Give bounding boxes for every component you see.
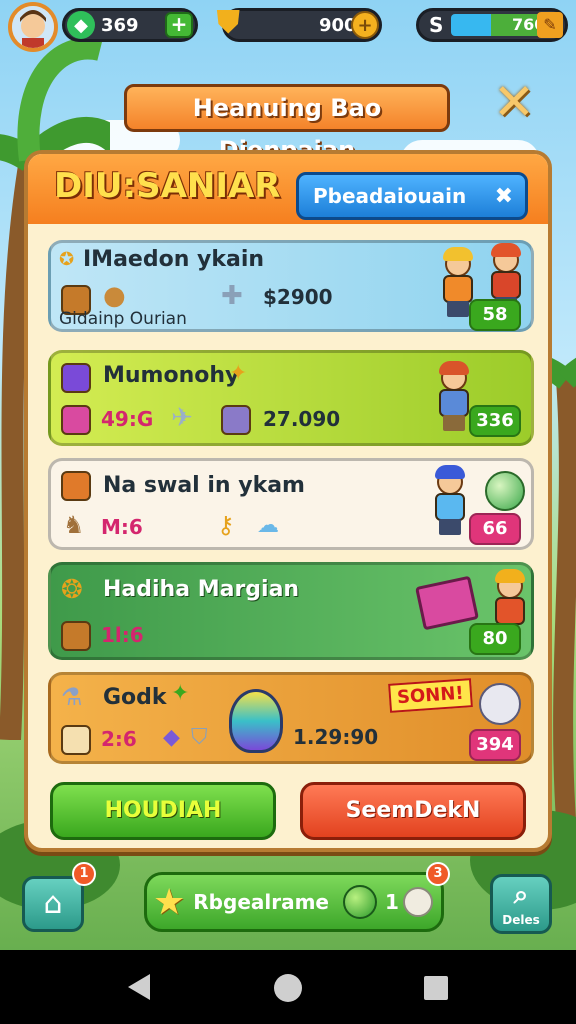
scroll-icon <box>61 725 91 755</box>
cookie-icon: ● <box>103 281 126 311</box>
close-icon[interactable]: ✖ <box>495 184 513 209</box>
row-title: Godk <box>103 685 167 710</box>
list-item[interactable]: ✪ IMaedon ykain ● ✚ $2900 Gidainp Ourian… <box>48 240 534 332</box>
reward-label: Rbgealrame <box>193 890 329 914</box>
panel-title: DIU:SANIAR <box>54 166 281 206</box>
search-tab[interactable]: Pbeadaiouain ✖ <box>296 172 528 220</box>
sparkle-icon: ✦ <box>229 361 248 386</box>
panel-header: DIU:SANIAR Pbeadaiouain ✖ <box>28 154 548 224</box>
level-badge: 58 <box>469 299 521 331</box>
level-badge: 66 <box>469 513 521 545</box>
book-icon <box>61 471 91 501</box>
reward-count: 1 <box>385 890 399 914</box>
gems-counter: ◆ 369 + <box>62 8 198 42</box>
bag-icon: ♞ <box>63 511 85 539</box>
row-count: 2:6 <box>101 727 137 751</box>
potion-icon <box>61 363 91 393</box>
character-figure <box>427 465 471 537</box>
star-icon: ✪ <box>59 249 75 270</box>
sale-sticker: SONN! <box>388 678 473 713</box>
cloud-icon: ☁ <box>257 513 279 538</box>
list-item[interactable]: ❂ Hadiha Margian 1l:6 80 <box>48 562 534 660</box>
back-icon[interactable] <box>128 974 150 1000</box>
star-icon: ★ <box>153 881 186 923</box>
orb-icon <box>485 471 525 511</box>
search-tab-label: Pbeadaiouain <box>313 184 467 208</box>
system-nav-bar <box>0 950 576 1024</box>
egg-icon <box>402 887 433 917</box>
notification-badge: 3 <box>426 862 450 886</box>
level-badge: 80 <box>469 623 521 655</box>
shield-icon: ⛊ <box>217 5 240 40</box>
book-icon <box>415 575 479 631</box>
cup-icon: ⛉ <box>191 725 208 750</box>
home-button[interactable]: ⌂ <box>22 876 84 932</box>
gem-icon: ◆ <box>163 725 180 750</box>
top-hud: ◆ 369 + ⛊ 900 + S 760 ✎ <box>0 0 576 56</box>
notification-badge: 1 <box>72 862 96 886</box>
home-circle-icon[interactable] <box>274 974 302 1002</box>
money-bag-icon: ❂ <box>61 575 83 605</box>
sparkle-icon: ✦ <box>171 681 190 706</box>
gift-icon <box>61 405 91 435</box>
chest-icon <box>61 621 91 651</box>
gem-icon: ◆ <box>67 11 95 39</box>
level-badge: 394 <box>469 729 521 761</box>
mascot-icon <box>229 689 283 753</box>
list-item[interactable]: Na swal in ykam ♞ M:6 ⚷ ☁ 66 <box>48 458 534 550</box>
row-value: $2900 <box>263 285 333 309</box>
reward-button[interactable]: ★ Rbgealrame 1 <box>144 872 444 932</box>
potion-icon: ⚗ <box>61 683 83 711</box>
character-portrait <box>479 683 521 725</box>
right-action-button[interactable]: SeemDekN <box>300 782 526 840</box>
left-action-button[interactable]: HOUDIAH <box>50 782 276 840</box>
details-button[interactable]: ⌕ Deles <box>490 874 552 934</box>
screen-title: Heanuing Bao Dienpaian <box>124 84 450 164</box>
row-title: Hadiha Margian <box>103 577 300 602</box>
cash-counter: S 760 ✎ <box>416 8 568 42</box>
gems-value: 369 <box>101 14 139 36</box>
pencil-icon[interactable]: ✎ <box>537 12 563 38</box>
details-label: Deles <box>502 913 540 927</box>
coins-counter: ⛊ 900 + <box>217 5 382 42</box>
row-title: Mumonohy <box>103 363 240 388</box>
cash-symbol: S <box>429 13 444 37</box>
row-count: 49:G <box>101 407 154 431</box>
tool-icon: ✚ <box>221 281 243 311</box>
add-gems-button[interactable]: + <box>165 12 193 38</box>
box-icon <box>221 405 251 435</box>
add-coins-button[interactable]: + <box>351 11 379 39</box>
row-title: IMaedon ykain <box>83 247 265 272</box>
main-panel: DIU:SANIAR Pbeadaiouain ✖ ✪ IMaedon ykai… <box>24 150 552 852</box>
list-item[interactable]: Mumonohy ✦ 49:G ✈ 27.090 336 <box>48 350 534 446</box>
close-button[interactable]: ✕ <box>490 77 538 128</box>
orb-icon <box>343 885 377 919</box>
player-avatar[interactable] <box>8 2 58 52</box>
row-title: Na swal in ykam <box>103 473 305 498</box>
key-icon: ⚷ <box>217 511 235 539</box>
row-value: 1.29:90 <box>293 725 379 749</box>
row-count: M:6 <box>101 515 143 539</box>
level-badge: 336 <box>469 405 521 437</box>
row-count: 1l:6 <box>101 623 144 647</box>
row-value: 27.090 <box>263 407 341 431</box>
recents-icon[interactable] <box>424 976 448 1000</box>
plane-icon: ✈ <box>171 403 193 433</box>
home-icon: ⌂ <box>43 886 63 921</box>
magnifier-icon: ⌕ <box>513 880 529 910</box>
list-item[interactable]: ⚗ Godk ✦ 2:6 ◆ ⛉ 1.29:90 SONN! 394 <box>48 672 534 764</box>
row-subtitle: Gidainp Ourian <box>59 309 187 329</box>
